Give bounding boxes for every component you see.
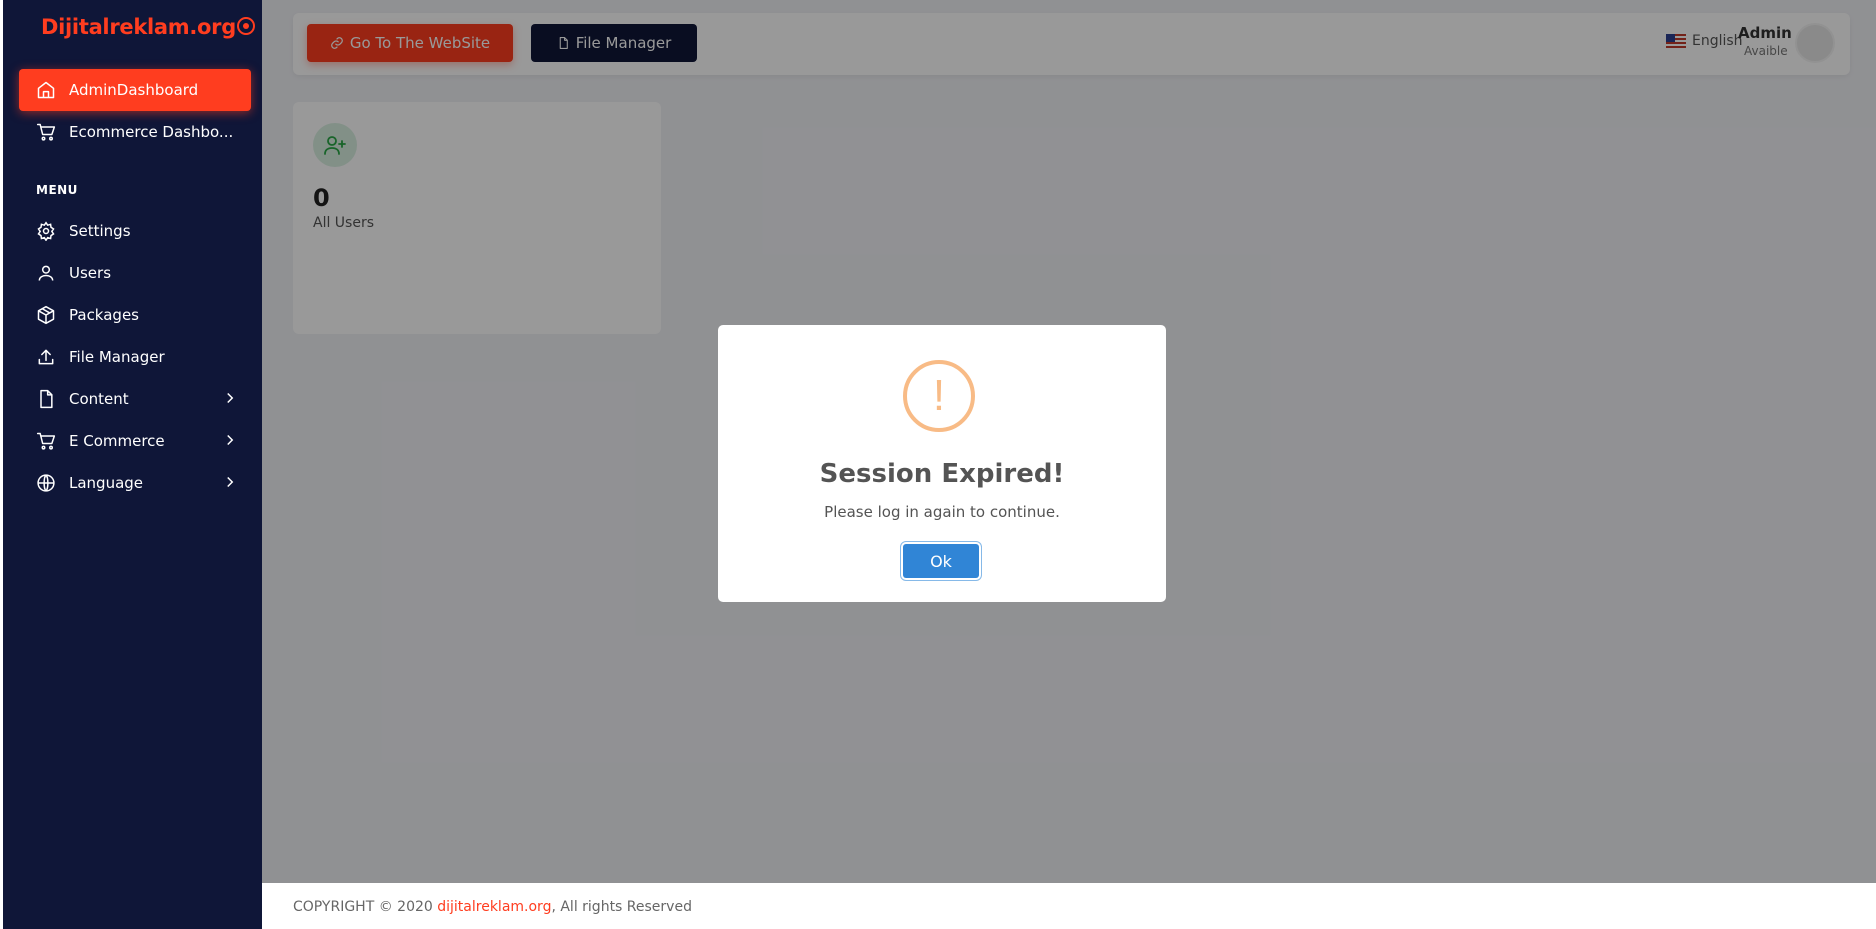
sidebar-item-label: File Manager [69, 348, 165, 366]
user-icon [35, 262, 57, 284]
sidebar-item-label: Users [69, 264, 112, 282]
upload-icon [35, 346, 57, 368]
sidebar-item-file-manager[interactable]: File Manager [19, 336, 251, 378]
chevron-right-icon [227, 476, 234, 488]
globe-icon [35, 472, 57, 494]
package-icon [35, 304, 57, 326]
copyright-prefix: COPYRIGHT © 2020 [293, 899, 438, 915]
sidebar-item-label: Language [69, 474, 144, 492]
dialog-title: Session Expired! [819, 459, 1065, 489]
home-icon [35, 79, 57, 101]
sidebar-item-ecommerce-dashboard[interactable]: Ecommerce Dashbo... [19, 111, 251, 153]
copyright-text: COPYRIGHT © 2020 dijitalreklam.org, All … [293, 899, 692, 915]
sidebar-item-admin-dashboard[interactable]: AdminDashboard [19, 69, 251, 111]
warning-icon: ! [903, 360, 975, 432]
sidebar-item-label: Settings [69, 222, 131, 240]
sidebar-item-label: Ecommerce Dashbo... [69, 123, 234, 141]
sidebar-item-e-commerce[interactable]: E Commerce [19, 420, 251, 462]
sidebar-item-language[interactable]: Language [19, 462, 251, 504]
cart-icon [35, 430, 57, 452]
file-icon [35, 388, 57, 410]
copyright-suffix: , All rights Reserved [551, 899, 692, 915]
session-expired-dialog: ! Session Expired! Please log in again t… [718, 325, 1166, 602]
sidebar: Dijitalreklam.org AdminDashboard Ecommer… [0, 0, 262, 929]
sidebar-item-users[interactable]: Users [19, 252, 251, 294]
sidebar-item-settings[interactable]: Settings [19, 210, 251, 252]
chevron-right-icon [227, 434, 234, 446]
sidebar-item-packages[interactable]: Packages [19, 294, 251, 336]
sidebar-item-label: Packages [69, 306, 139, 324]
dialog-message: Please log in again to continue. [824, 503, 1060, 521]
brand-logo[interactable]: Dijitalreklam.org [41, 15, 255, 39]
footer: COPYRIGHT © 2020 dijitalreklam.org, All … [262, 883, 1876, 929]
sidebar-item-label: AdminDashboard [69, 81, 199, 99]
menu-section-title: MENU [36, 183, 78, 197]
footer-link[interactable]: dijitalreklam.org [437, 899, 551, 915]
cart-icon [35, 121, 57, 143]
sidebar-item-label: Content [69, 390, 129, 408]
ok-button[interactable]: Ok [903, 544, 979, 578]
gear-icon [35, 220, 57, 242]
chevron-right-icon [227, 392, 234, 404]
target-icon [236, 17, 255, 35]
sidebar-item-label: E Commerce [69, 432, 165, 450]
sidebar-item-content[interactable]: Content [19, 378, 251, 420]
